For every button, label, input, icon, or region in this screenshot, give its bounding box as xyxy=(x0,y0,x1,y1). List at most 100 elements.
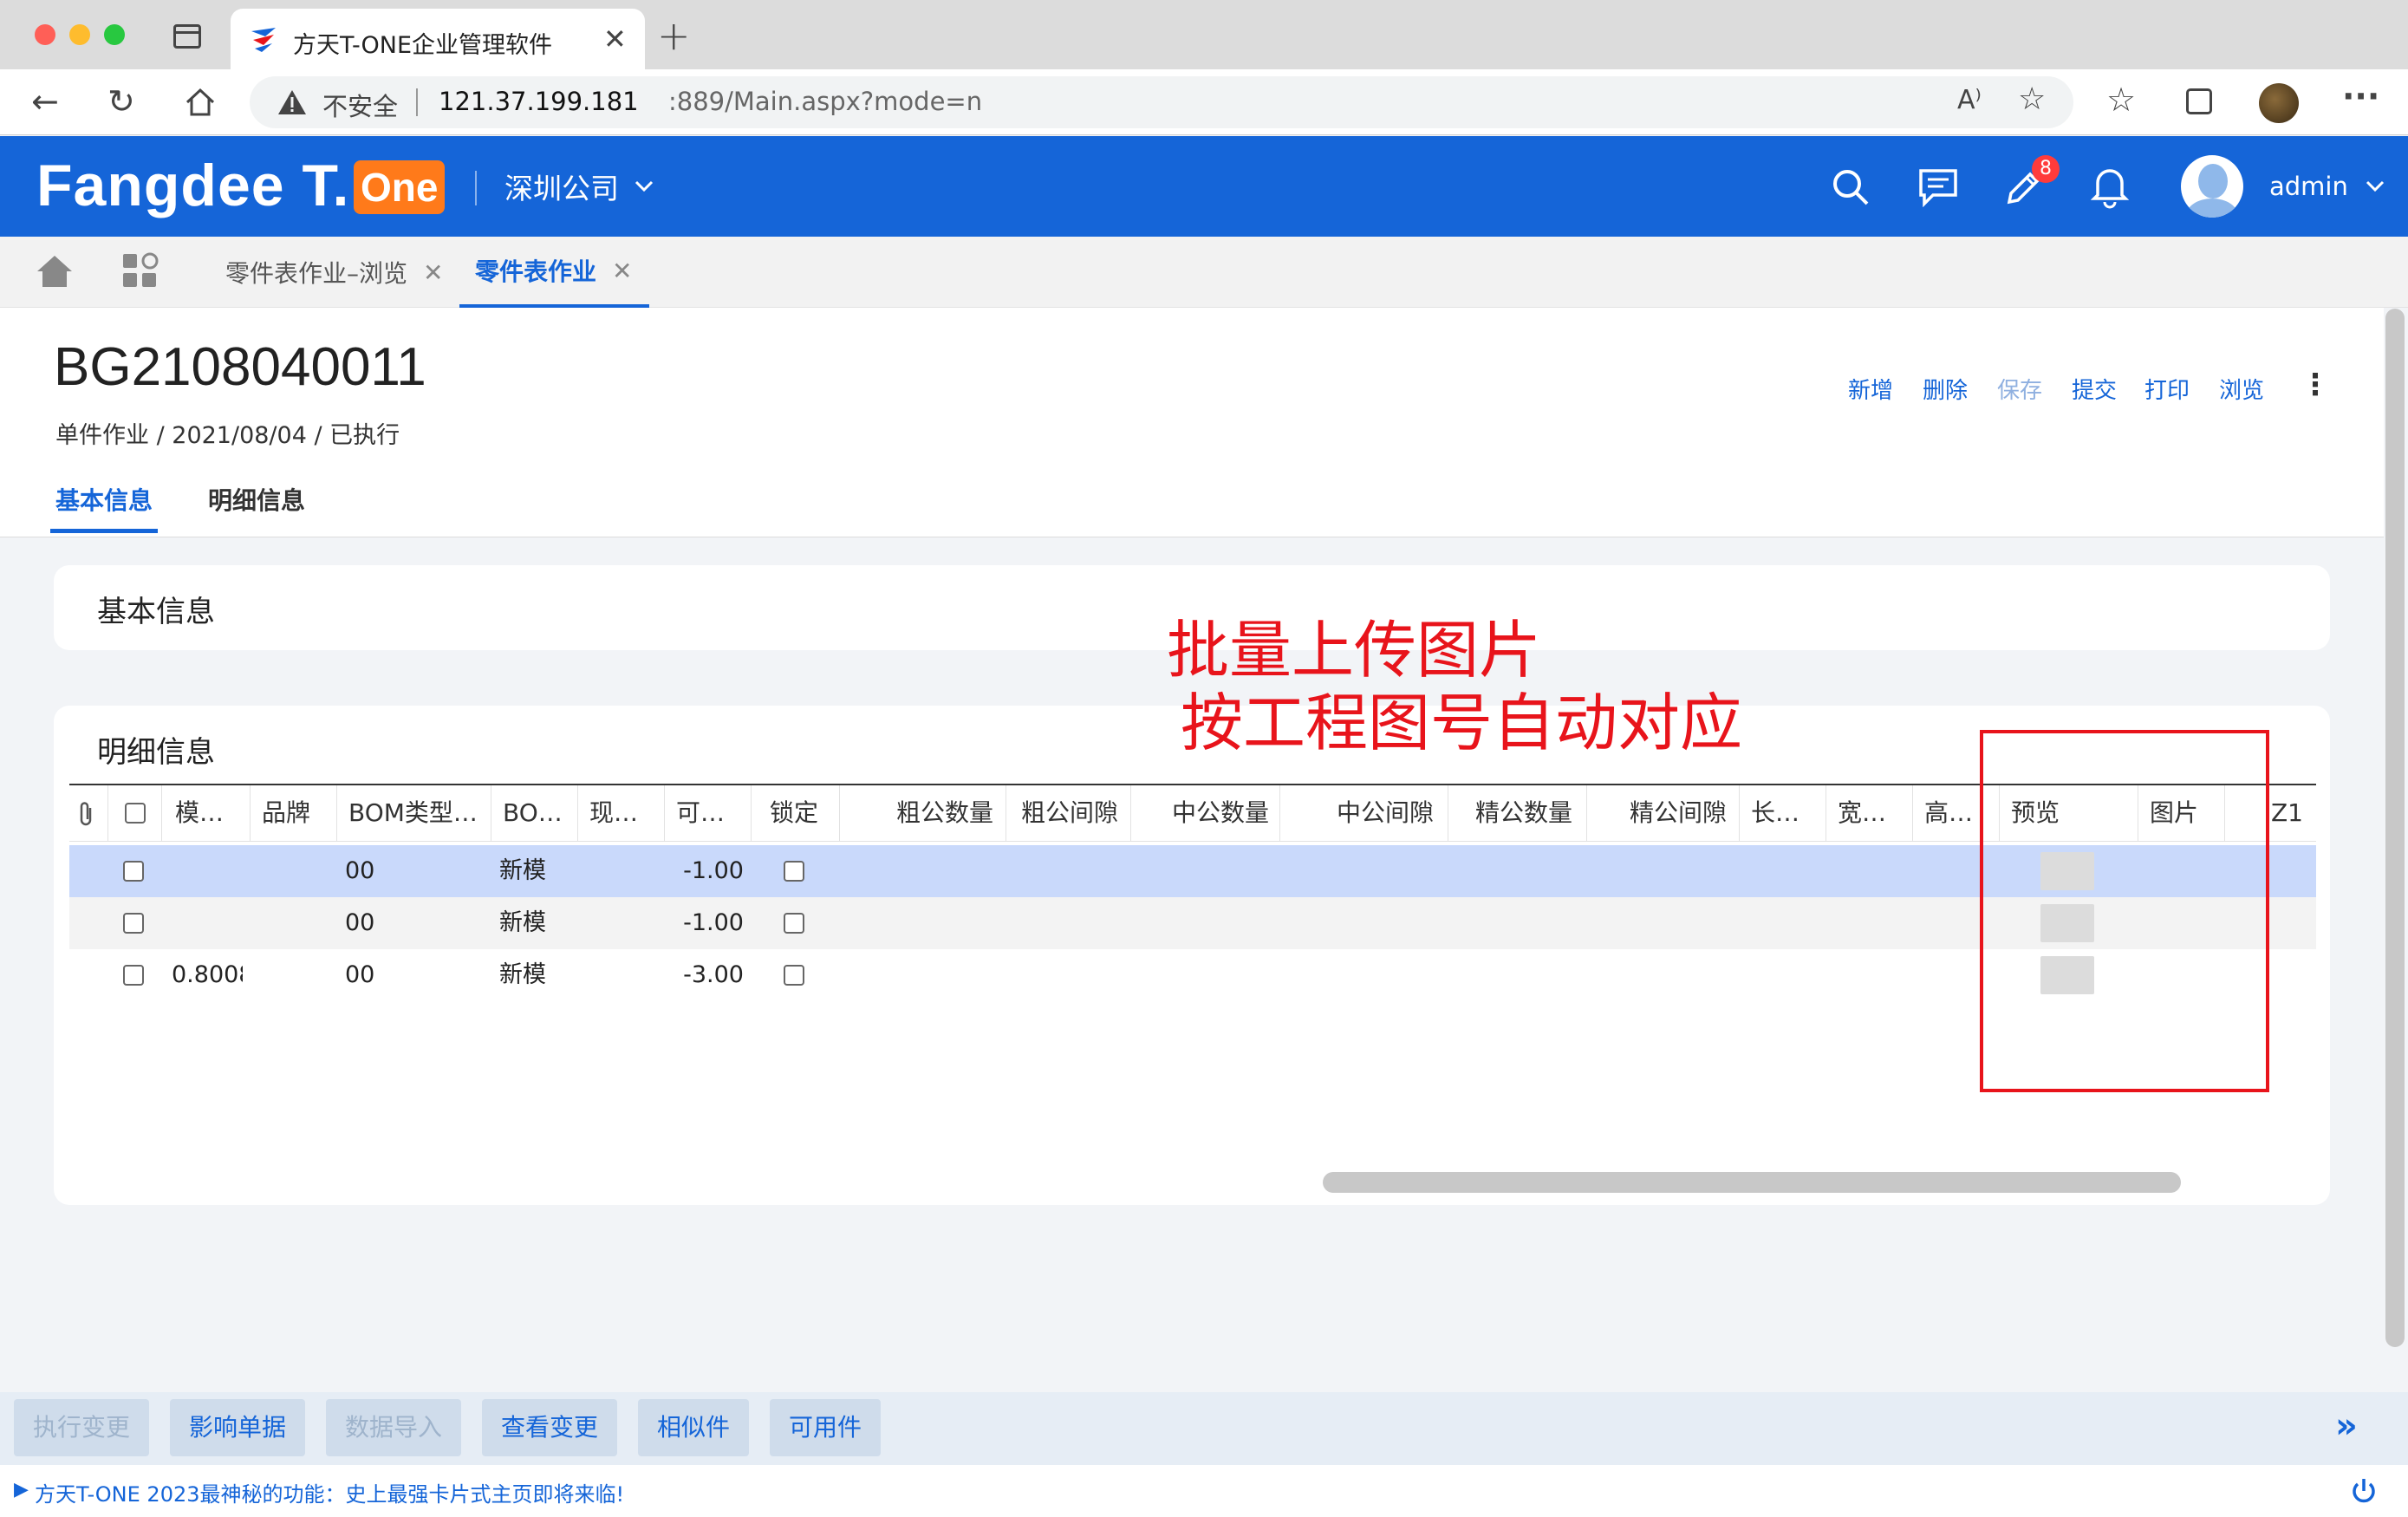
select-all-checkbox[interactable] xyxy=(125,803,146,824)
lock-checkbox[interactable] xyxy=(784,913,804,934)
expand-icon[interactable]: » xyxy=(2335,1406,2358,1446)
close-tab-icon[interactable]: ✕ xyxy=(612,257,632,285)
news-link[interactable]: 方天T-ONE 2023最神秘的功能：史上最强卡片式主页即将来临! xyxy=(35,1477,624,1507)
row-checkbox[interactable] xyxy=(123,965,144,986)
notification-badge: 8 xyxy=(2032,155,2060,183)
power-icon[interactable] xyxy=(2351,1477,2377,1505)
company-selector[interactable]: 深圳公司 xyxy=(504,162,654,211)
delete-button[interactable]: 删除 xyxy=(1923,373,1968,405)
user-menu[interactable]: admin xyxy=(2269,162,2385,211)
close-tab-icon[interactable]: ✕ xyxy=(603,23,627,55)
bell-icon[interactable] xyxy=(2091,166,2129,209)
column-header[interactable]: BO… xyxy=(503,785,572,841)
cell-model: 0.8008 xyxy=(172,961,243,988)
home-icon[interactable] xyxy=(35,252,75,290)
submit-button[interactable]: 提交 xyxy=(2072,373,2117,405)
annotation-line-2: 按工程图号自动对应 xyxy=(1181,687,1743,759)
column-separator xyxy=(577,785,578,841)
attachment-icon xyxy=(80,802,92,826)
apps-grid-icon[interactable] xyxy=(121,252,159,290)
annotation-highlight-box xyxy=(1980,730,2269,1092)
column-separator xyxy=(336,785,337,841)
detail-info-title: 明细信息 xyxy=(97,735,215,770)
column-header[interactable]: 现… xyxy=(589,785,659,841)
print-button[interactable]: 打印 xyxy=(2144,373,2190,405)
column-header[interactable]: 品牌 xyxy=(262,785,336,841)
user-avatar[interactable] xyxy=(2181,155,2243,218)
column-header[interactable]: 粗公数量 xyxy=(896,785,1006,841)
column-header[interactable]: 精公间隙 xyxy=(1630,785,1739,841)
cell-bom-type: 00 xyxy=(345,909,375,936)
affected-documents-button[interactable]: 影响单据 xyxy=(170,1399,306,1456)
warning-icon xyxy=(278,90,306,114)
column-header[interactable]: 模… xyxy=(175,785,250,841)
browse-button[interactable]: 浏览 xyxy=(2219,373,2264,405)
browser-tab-title: 方天T-ONE企业管理软件 xyxy=(293,32,553,59)
vertical-scrollbar[interactable] xyxy=(2385,309,2405,1347)
view-changes-button[interactable]: 查看变更 xyxy=(482,1399,618,1456)
data-import-button[interactable]: 数据导入 xyxy=(326,1399,462,1456)
reload-icon[interactable]: ↻ xyxy=(107,85,135,118)
app-header: Fangdee T. One 深圳公司 8 admin xyxy=(0,136,2408,237)
horizontal-scrollbar[interactable] xyxy=(1323,1172,2181,1193)
new-tab-icon[interactable]: + xyxy=(657,12,691,59)
column-header[interactable]: 宽… xyxy=(1838,785,1907,841)
similar-parts-button[interactable]: 相似件 xyxy=(638,1399,750,1456)
execute-change-button[interactable]: 执行变更 xyxy=(14,1399,150,1456)
home-icon[interactable] xyxy=(184,87,217,118)
cell-bom-type: 00 xyxy=(345,857,375,884)
tab-actions-icon[interactable] xyxy=(173,24,201,49)
tab-part-list[interactable]: 零件表作业 ✕ xyxy=(459,237,650,308)
cell-bo: 新模 xyxy=(499,857,546,884)
lock-checkbox[interactable] xyxy=(784,965,804,986)
column-header[interactable]: BOM类型… xyxy=(348,785,478,841)
column-header[interactable]: Z1 xyxy=(2271,785,2316,841)
close-window-button[interactable] xyxy=(35,24,55,45)
address-bar[interactable]: 不安全 121.37.199.181 :889/Main.aspx?mode=n… xyxy=(250,76,2073,128)
header-divider xyxy=(475,171,477,205)
minimize-window-button[interactable] xyxy=(69,24,90,45)
column-separator xyxy=(1912,785,1913,841)
logo-badge: One xyxy=(354,160,446,214)
tab-part-list-browse[interactable]: 零件表作业–浏览 ✕ xyxy=(225,237,443,308)
tab-basic-info[interactable]: 基本信息 xyxy=(55,482,153,517)
column-header[interactable]: 粗公间隙 xyxy=(1021,785,1130,841)
column-separator xyxy=(1130,785,1131,841)
search-icon[interactable] xyxy=(1831,167,1871,207)
read-aloud-icon[interactable]: A⁾ xyxy=(1957,85,1982,115)
tab-detail-info[interactable]: 明细信息 xyxy=(208,482,305,517)
column-separator xyxy=(839,785,840,841)
favorites-icon[interactable]: ☆ xyxy=(2106,83,2136,116)
column-header[interactable]: 可… xyxy=(676,785,745,841)
add-button[interactable]: 新增 xyxy=(1848,373,1893,405)
fangdee-favicon-icon xyxy=(251,28,276,52)
message-icon[interactable] xyxy=(1917,167,1959,207)
available-parts-button[interactable]: 可用件 xyxy=(770,1399,882,1456)
more-actions-icon[interactable]: ⋮ xyxy=(2301,368,2330,402)
more-menu-icon[interactable]: ··· xyxy=(2342,80,2379,113)
row-checkbox[interactable] xyxy=(123,861,144,882)
tab-label: 零件表作业–浏览 xyxy=(225,259,408,288)
row-checkbox[interactable] xyxy=(123,913,144,934)
url-path: :889/Main.aspx?mode=n xyxy=(668,87,983,116)
back-icon[interactable]: ← xyxy=(31,85,59,118)
close-tab-icon[interactable]: ✕ xyxy=(423,258,443,287)
browser-tab-active[interactable]: 方天T-ONE企业管理软件 ✕ xyxy=(231,9,645,69)
profile-avatar[interactable] xyxy=(2259,83,2299,123)
save-button[interactable]: 保存 xyxy=(1997,373,2042,405)
url-divider xyxy=(416,88,418,116)
lock-checkbox[interactable] xyxy=(784,861,804,882)
column-separator xyxy=(107,785,108,841)
column-header[interactable]: 锁定 xyxy=(770,785,839,841)
column-separator xyxy=(161,785,162,841)
add-favorite-icon[interactable]: ☆ xyxy=(2018,81,2046,117)
column-header[interactable]: 中公数量 xyxy=(1172,785,1281,841)
url-host: 121.37.199.181 xyxy=(439,87,639,116)
column-header[interactable]: 中公间隙 xyxy=(1337,785,1446,841)
column-header[interactable]: 长… xyxy=(1751,785,1820,841)
collections-icon[interactable] xyxy=(2186,88,2212,114)
column-header[interactable]: 精公数量 xyxy=(1475,785,1585,841)
page-tabs-bar: 零件表作业–浏览 ✕ 零件表作业 ✕ xyxy=(0,237,2408,308)
security-label: 不安全 xyxy=(322,92,399,121)
maximize-window-button[interactable] xyxy=(104,24,125,45)
